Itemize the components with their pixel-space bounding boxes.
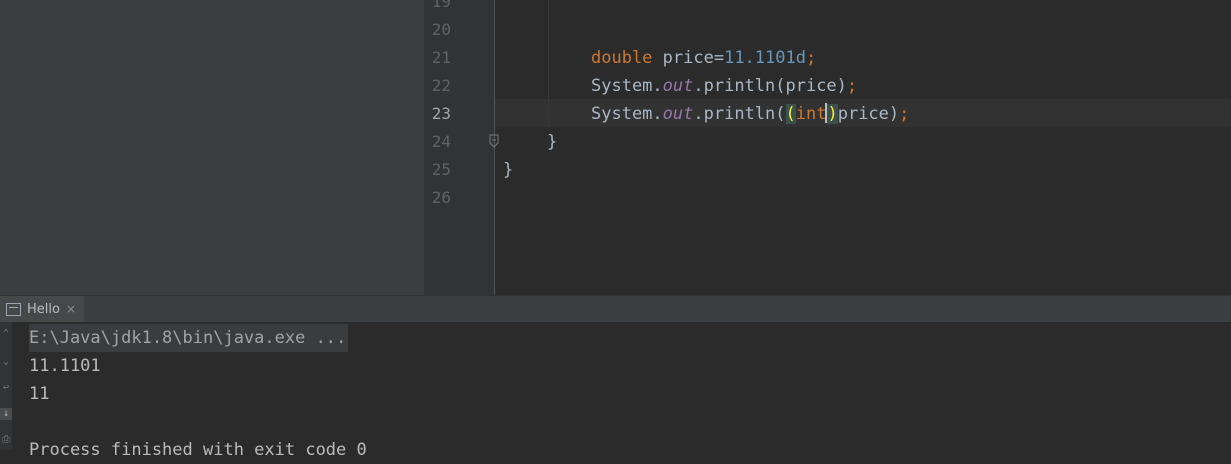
- line-number: 19: [431, 0, 451, 11]
- code-token: System.: [591, 104, 663, 124]
- run-tool-window-header: Hello ×: [0, 295, 1231, 323]
- code-token: 11.1101d: [724, 48, 806, 68]
- code-token: price): [837, 104, 900, 124]
- code-token: ;: [805, 48, 817, 68]
- console-output-line: 11.1101: [29, 356, 101, 376]
- wrap-icon[interactable]: ↩: [0, 382, 12, 394]
- close-icon[interactable]: ×: [66, 302, 76, 316]
- up-arrow-icon[interactable]: ⌃: [0, 328, 12, 340]
- line-number: 22: [431, 76, 451, 95]
- console-output[interactable]: E:\Java\jdk1.8\bin\java.exe ... 11.1101 11…: [0, 322, 1231, 460]
- code-line[interactable]: }: [503, 156, 513, 184]
- code-token: double: [591, 48, 653, 68]
- code-token: }: [503, 160, 514, 180]
- scroll-to-end-icon[interactable]: ↓: [0, 408, 12, 420]
- console-output-line: Process finished with exit code 0: [29, 440, 367, 460]
- code-line[interactable]: double price=11.1101d;: [591, 44, 816, 72]
- code-token: out: [662, 76, 694, 96]
- print-icon[interactable]: ⎙: [0, 434, 12, 446]
- project-panel: [0, 0, 425, 295]
- code-line[interactable]: System.out.println(price);: [591, 72, 857, 100]
- line-number: 20: [431, 20, 451, 39]
- code-token: .println(: [693, 104, 786, 124]
- code-token: price=: [652, 48, 725, 68]
- code-line[interactable]: }: [547, 128, 557, 156]
- code-token: System.: [591, 76, 663, 96]
- line-number: 21: [431, 48, 451, 67]
- code-token: .println(price): [693, 76, 847, 96]
- down-arrow-icon[interactable]: ⌄: [0, 356, 12, 368]
- line-number: 25: [431, 160, 451, 179]
- code-token: int: [795, 104, 827, 124]
- console-icon: [6, 302, 21, 316]
- console-command-line[interactable]: E:\Java\jdk1.8\bin\java.exe ...: [29, 324, 349, 352]
- code-editor[interactable]: double price=11.1101d; System.out.println…: [495, 0, 1231, 295]
- run-tab-label: Hello: [27, 301, 60, 317]
- line-number: 24: [431, 132, 451, 151]
- code-token: (: [785, 104, 796, 124]
- run-tab-hello[interactable]: Hello ×: [0, 296, 85, 322]
- code-token: ;: [899, 104, 910, 124]
- console-output-line: 11: [29, 384, 50, 404]
- console-toolbar: ⌃ ⌄ ↩ ↓ ⎙: [0, 322, 12, 450]
- code-line[interactable]: System.out.println((int)price);: [591, 100, 909, 128]
- line-number: 26: [431, 188, 451, 207]
- code-token: out: [662, 104, 694, 124]
- code-token: ;: [846, 76, 858, 96]
- code-token: ): [827, 104, 838, 124]
- fold-icon[interactable]: [487, 134, 501, 148]
- line-number: 23: [431, 104, 451, 123]
- code-token: }: [547, 132, 558, 152]
